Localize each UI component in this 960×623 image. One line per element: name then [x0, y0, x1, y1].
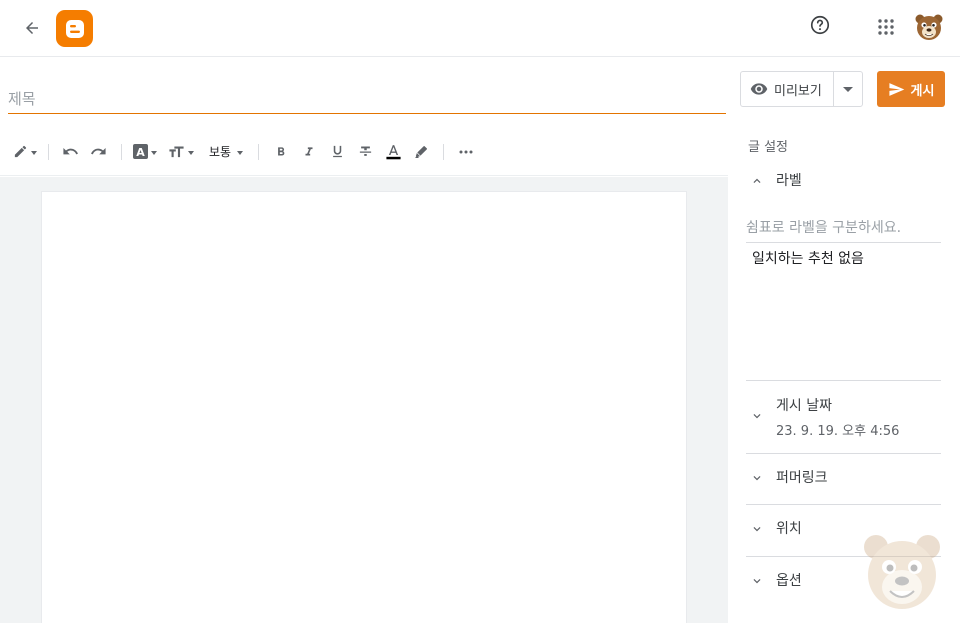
- svg-text:A: A: [136, 146, 145, 159]
- blogger-logo-icon[interactable]: [56, 10, 93, 47]
- italic-button[interactable]: [295, 138, 323, 166]
- chevron-down-icon: [746, 406, 770, 426]
- toolbar-divider: [48, 143, 49, 160]
- eye-icon: [750, 83, 768, 95]
- help-button[interactable]: [807, 12, 833, 38]
- font-icon: A: [133, 144, 148, 159]
- location-label: 위치: [776, 521, 802, 537]
- more-options-button[interactable]: [452, 138, 480, 166]
- highlight-icon: [415, 145, 427, 158]
- bear-avatar-icon: [915, 14, 943, 40]
- arrow-back-icon: [26, 22, 38, 34]
- publish-date-section: 게시 날짜 23. 9. 19. 오후 4:56: [746, 396, 941, 439]
- post-title-input[interactable]: [8, 86, 726, 112]
- top-app-bar: [0, 0, 960, 57]
- post-title-field: [8, 86, 726, 114]
- preview-dropdown-button[interactable]: [834, 72, 862, 106]
- post-settings-title: 글 설정: [748, 140, 789, 155]
- text-size-dropdown[interactable]: [164, 138, 198, 166]
- labels-input[interactable]: [746, 214, 941, 242]
- editor-toolbar: A 보통: [0, 128, 728, 176]
- back-button[interactable]: [18, 14, 46, 42]
- paragraph-style-label: 보통: [208, 145, 232, 159]
- pencil-icon: [14, 145, 27, 158]
- publish-date-value: 23. 9. 19. 오후 4:56: [776, 424, 900, 439]
- more-icon: [459, 150, 473, 153]
- apps-button[interactable]: [873, 14, 899, 40]
- undo-icon: [62, 147, 78, 155]
- underline-icon: [332, 145, 342, 158]
- preview-label: 미리보기: [774, 83, 822, 99]
- toolbar-divider: [121, 143, 122, 160]
- bold-icon: [278, 146, 285, 155]
- editor-page[interactable]: [41, 191, 687, 623]
- toolbar-divider: [443, 143, 444, 160]
- chevron-down-icon: [31, 150, 37, 155]
- redo-icon: [90, 147, 106, 155]
- apps-grid-icon: [878, 19, 894, 35]
- strikethrough-button[interactable]: [351, 138, 379, 166]
- text-size-icon: [169, 146, 184, 158]
- labels-section-header[interactable]: 라벨: [746, 171, 941, 191]
- chevron-down-icon: [843, 86, 854, 92]
- publish-button[interactable]: 게시: [877, 71, 945, 107]
- labels-section-label: 라벨: [776, 173, 802, 189]
- text-color-button[interactable]: [379, 138, 407, 166]
- section-divider: [746, 453, 941, 454]
- publish-date-section-header[interactable]: 게시 날짜 23. 9. 19. 오후 4:56: [746, 396, 941, 439]
- redo-button[interactable]: [83, 138, 113, 166]
- labels-section: 라벨: [746, 171, 941, 191]
- bear-watermark-icon: [860, 531, 944, 611]
- chevron-down-icon: [746, 519, 770, 539]
- preview-split-button: 미리보기: [740, 71, 863, 107]
- publish-label: 게시: [910, 83, 935, 99]
- section-divider: [746, 504, 941, 505]
- publish-date-label: 게시 날짜: [776, 398, 832, 414]
- chevron-up-icon: [746, 171, 770, 191]
- strikethrough-icon: [359, 146, 371, 156]
- chevron-down-icon: [151, 150, 157, 155]
- help-circle-icon: [810, 15, 830, 35]
- text-color-icon: [385, 145, 401, 160]
- preview-button[interactable]: 미리보기: [741, 72, 835, 106]
- permalink-section: 퍼머링크: [746, 468, 941, 488]
- italic-icon: [305, 146, 313, 155]
- chevron-down-icon: [746, 571, 770, 591]
- options-label: 옵션: [776, 573, 802, 589]
- bold-button[interactable]: [267, 138, 295, 166]
- paragraph-style-dropdown[interactable]: 보통: [202, 138, 250, 166]
- permalink-label: 퍼머링크: [776, 470, 828, 486]
- chevron-down-icon: [746, 468, 770, 488]
- section-divider: [746, 380, 941, 381]
- underline-button[interactable]: [323, 138, 351, 166]
- toolbar-divider: [258, 143, 259, 160]
- highlight-button[interactable]: [407, 138, 435, 166]
- labels-field: [746, 214, 941, 243]
- compose-mode-dropdown[interactable]: [10, 138, 40, 166]
- font-family-dropdown[interactable]: A: [130, 138, 160, 166]
- undo-button[interactable]: [57, 138, 83, 166]
- chevron-down-icon: [237, 150, 244, 155]
- editor-canvas: [0, 177, 728, 623]
- chevron-down-icon: [188, 150, 194, 155]
- account-avatar[interactable]: [914, 12, 944, 42]
- no-suggestions-text: 일치하는 추천 없음: [752, 251, 864, 267]
- send-icon: [888, 82, 904, 96]
- permalink-section-header[interactable]: 퍼머링크: [746, 468, 941, 488]
